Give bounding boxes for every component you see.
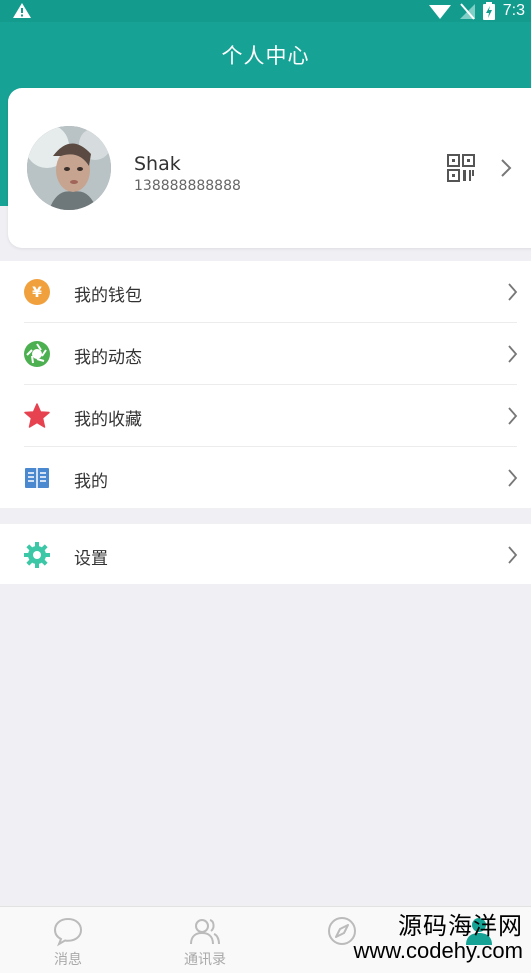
wifi-icon — [428, 5, 451, 19]
status-time: 7:3 — [502, 2, 525, 19]
chevron-right-icon — [508, 283, 518, 301]
page-title: 个人中心 — [221, 44, 310, 68]
wallet-icon: ¥ — [24, 279, 50, 305]
status-bar: 7:3 — [0, 0, 531, 22]
avatar-image — [27, 126, 111, 210]
chevron-right-icon — [508, 546, 518, 564]
contacts-icon — [190, 919, 220, 945]
compass-icon — [328, 917, 356, 945]
chat-icon — [53, 917, 83, 947]
menu-item-moments[interactable]: 我的动态 — [0, 323, 531, 385]
battery-icon — [482, 2, 495, 20]
menu-label: 设置 — [74, 549, 108, 569]
menu-label: 我的钱包 — [74, 286, 142, 306]
svg-text:¥: ¥ — [32, 285, 42, 301]
bottom-tab-bar: 消息 通讯录 — [0, 906, 531, 973]
warning-icon — [13, 3, 31, 18]
gear-icon — [24, 542, 50, 568]
menu-item-favorites[interactable]: 我的收藏 — [0, 385, 531, 447]
tab-discover[interactable] — [276, 907, 408, 973]
tab-label: 通讯录 — [184, 952, 226, 968]
signal-icon — [459, 3, 475, 20]
profile-icon — [466, 918, 492, 945]
tab-contacts[interactable]: 通讯录 — [139, 907, 271, 973]
tab-profile[interactable] — [413, 907, 531, 973]
title-bar: 个人中心 — [0, 22, 531, 88]
menu-label: 我的动态 — [74, 348, 142, 368]
menu-label: 我的收藏 — [74, 410, 142, 430]
moments-icon — [24, 341, 50, 367]
book-icon — [25, 468, 49, 488]
tab-label: 消息 — [54, 952, 82, 968]
chevron-right-icon — [508, 407, 518, 425]
profile-card[interactable]: Shak 138888888888 — [8, 88, 531, 248]
menu-group-settings: 设置 — [0, 524, 531, 584]
menu-group-main: ¥ 我的钱包 我的动态 我的收藏 我的 — [0, 261, 531, 508]
qr-code-icon[interactable] — [447, 154, 475, 182]
profile-phone: 138888888888 — [134, 178, 241, 194]
menu-item-mine[interactable]: 我的 — [0, 447, 531, 509]
avatar[interactable] — [27, 126, 111, 210]
menu-label: 我的 — [74, 472, 108, 492]
tab-messages[interactable]: 消息 — [2, 907, 134, 973]
chevron-right-icon — [508, 469, 518, 487]
menu-item-settings[interactable]: 设置 — [0, 524, 531, 584]
chevron-right-icon — [508, 345, 518, 363]
chevron-right-icon[interactable] — [500, 158, 512, 178]
menu-item-wallet[interactable]: ¥ 我的钱包 — [0, 261, 531, 323]
star-icon — [24, 403, 50, 428]
profile-name: Shak — [134, 153, 181, 175]
